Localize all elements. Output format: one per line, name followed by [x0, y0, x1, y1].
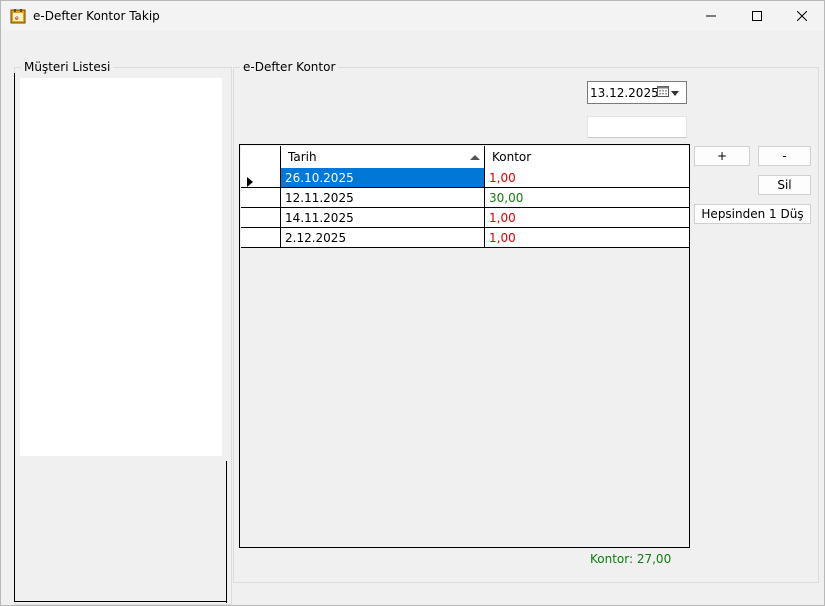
maximize-button[interactable] [734, 1, 780, 31]
cell-tarih[interactable]: 26.10.2025 [281, 168, 485, 188]
customer-list-label: Müşteri Listesi [21, 60, 114, 74]
column-header-tarih[interactable]: Tarih [281, 146, 485, 168]
customer-panel-border-right [226, 461, 227, 603]
title-bar[interactable]: e e-Defter Kontor Takip [1, 1, 824, 31]
cell-kontor[interactable]: 1,00 [485, 208, 689, 228]
customer-panel-border-bottom [14, 601, 227, 602]
calendar-icon [657, 85, 669, 100]
grid-corner-header[interactable] [241, 146, 281, 168]
ledger-app-icon: e [10, 8, 26, 24]
kontor-grid[interactable]: Tarih Kontor 26.10.2025 1,00 12.11.2025 … [239, 144, 690, 548]
cell-kontor[interactable]: 1,00 [485, 168, 689, 188]
main-window: e e-Defter Kontor Takip Müşteri Listesi … [0, 0, 825, 606]
cell-kontor[interactable]: 30,00 [485, 188, 689, 208]
close-icon [797, 11, 807, 21]
column-header-tarih-label: Tarih [288, 150, 317, 164]
table-row[interactable]: 26.10.2025 1,00 [241, 168, 689, 188]
minimize-icon [706, 11, 716, 21]
cell-tarih[interactable]: 12.11.2025 [281, 188, 485, 208]
date-picker[interactable]: 13.12.2025 [587, 81, 687, 104]
delete-button[interactable]: Sil [758, 175, 811, 195]
row-header[interactable] [241, 208, 281, 228]
kontor-total-label: Kontor: 27,00 [590, 552, 672, 566]
row-header[interactable] [241, 168, 281, 188]
minimize-button[interactable] [688, 1, 734, 31]
kontor-amount-input[interactable] [587, 116, 687, 138]
cell-tarih[interactable]: 2.12.2025 [281, 228, 485, 248]
chevron-down-icon [671, 86, 679, 100]
date-picker-button[interactable] [657, 85, 683, 100]
row-header[interactable] [241, 228, 281, 248]
row-header[interactable] [241, 188, 281, 208]
close-button[interactable] [779, 1, 825, 31]
table-row[interactable]: 14.11.2025 1,00 [241, 208, 689, 228]
current-row-icon [247, 173, 253, 187]
svg-text:e: e [15, 15, 19, 22]
subtract-kontor-button[interactable]: - [758, 146, 811, 166]
grid-header: Tarih Kontor [241, 146, 689, 168]
cell-tarih[interactable]: 14.11.2025 [281, 208, 485, 228]
add-kontor-button[interactable]: + [694, 146, 750, 166]
kontor-group-label: e-Defter Kontor [240, 60, 339, 74]
column-header-kontor-label: Kontor [492, 150, 532, 164]
table-row[interactable]: 2.12.2025 1,00 [241, 228, 689, 248]
date-value: 13.12.2025 [590, 85, 659, 100]
deduct-all-button[interactable]: Hepsinden 1 Düş [694, 204, 811, 224]
table-row[interactable]: 12.11.2025 30,00 [241, 188, 689, 208]
window-title: e-Defter Kontor Takip [33, 9, 160, 23]
customer-listbox[interactable] [20, 78, 222, 456]
maximize-icon [752, 11, 762, 21]
customer-panel-border-left [14, 73, 15, 602]
cell-kontor[interactable]: 1,00 [485, 228, 689, 248]
column-header-kontor[interactable]: Kontor [485, 146, 689, 168]
